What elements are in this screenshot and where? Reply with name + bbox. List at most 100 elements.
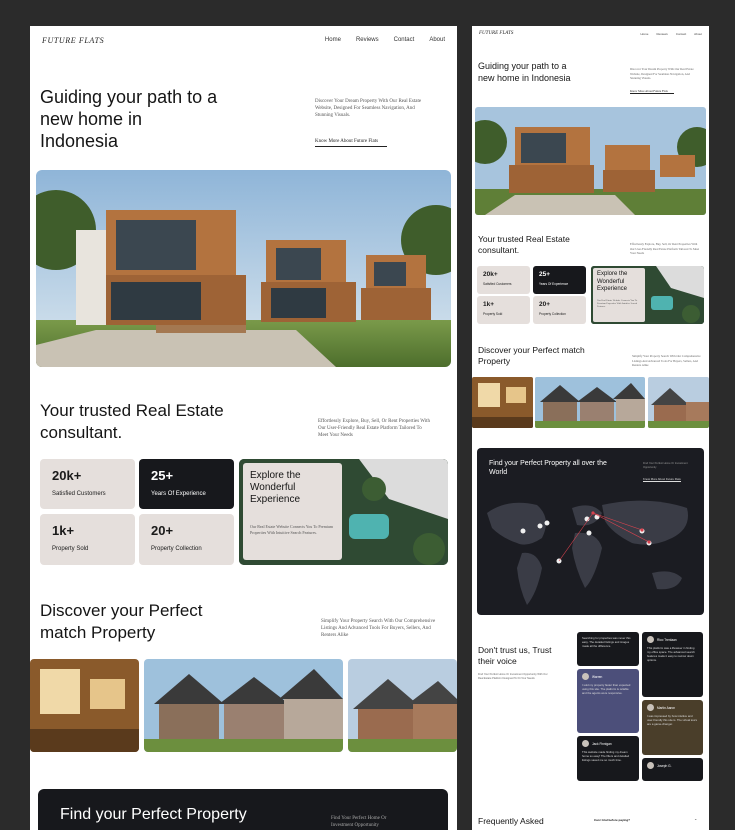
testimonial-card: Martin Aaron I was impressed by how intu…: [642, 700, 703, 755]
avatar: [647, 636, 654, 643]
stat-card: 1k+ Property Sold: [40, 514, 135, 565]
testimonial-text: This website made finding my dream home …: [582, 750, 630, 762]
mobile-page: FUTURE FLATS Home Reviews Contact About …: [472, 26, 709, 830]
top-nav: Home Reviews Contact About: [325, 37, 445, 43]
nav-about[interactable]: About: [429, 37, 445, 43]
logo[interactable]: FUTURE FLATS: [42, 36, 104, 45]
stat-label: Years Of Experience: [539, 282, 569, 286]
find-title: Find your Perfect Property: [60, 806, 247, 823]
testimonial-card: Searching for properties was never this …: [577, 632, 639, 666]
testimonial-text: Searching for properties was never this …: [582, 636, 631, 648]
desktop-page: FUTURE FLATS Home Reviews Contact About …: [30, 26, 457, 830]
explore-text-card: Explore the Wonderful Experience Our Rea…: [243, 463, 342, 560]
discover-description: Simplify Your Property Search With Our C…: [321, 619, 436, 638]
stat-label: Property Sold: [52, 546, 89, 552]
stat-value: 20+: [539, 301, 551, 308]
world-map-icon: [487, 500, 688, 605]
explore-description: Our Real Estate Website Connects You To …: [250, 524, 334, 535]
nav-contact[interactable]: Contact: [394, 37, 415, 43]
testimonial-card: Jack Finnigan This website made finding …: [577, 736, 639, 781]
nav-about[interactable]: About: [694, 32, 702, 36]
nav-home[interactable]: Home: [325, 37, 341, 43]
top-nav: Home Reviews Contact About: [640, 32, 702, 36]
stat-value: 25+: [539, 271, 551, 278]
find-description: Find Your Perfect Home Or Investment Opp…: [331, 816, 387, 828]
explore-card: Explore the Wonderful Experience Our Rea…: [239, 459, 448, 565]
find-property-banner: Find your Perfect Property Find Your Per…: [38, 789, 448, 830]
stat-label: Years Of Experience: [151, 491, 206, 497]
discover-description: Simplify Your Property Search With Our C…: [632, 354, 701, 367]
reviewer-name: Joseph G.: [657, 763, 672, 768]
property-photo[interactable]: [144, 659, 343, 752]
stat-card: 20k+ Satisfied Customers: [40, 459, 135, 509]
property-photo[interactable]: [472, 377, 533, 428]
explore-description: Our Real Estate Website Connects You To …: [597, 298, 638, 309]
stat-value: 20+: [151, 523, 174, 538]
consultant-title: Your trusted Real Estate consultant.: [40, 401, 224, 442]
explore-text-card: Explore the Wonderful Experience Our Rea…: [593, 268, 645, 322]
hero-title: Guiding your path to a new home in Indon…: [40, 87, 218, 151]
testimonial-card: Warren I sold my property faster than ex…: [577, 669, 639, 733]
consultant-description: Effortlessly Explore, Buy, Sell, Or Rent…: [318, 419, 431, 438]
know-more-link[interactable]: Know More About Future Flats: [630, 89, 674, 94]
stat-label: Property Collection: [539, 312, 566, 316]
reviewer-name: Jack Finnigan: [592, 741, 612, 746]
explore-card: Explore the Wonderful Experience Our Rea…: [591, 266, 704, 324]
stat-value: 25+: [151, 468, 174, 483]
nav-contact[interactable]: Contact: [676, 32, 686, 36]
map-description: Find Your Perfect Home Or Investment Opp…: [643, 462, 688, 469]
hero-house-image: [475, 107, 706, 215]
stat-label: Property Collection: [151, 546, 202, 552]
map-know-more-link[interactable]: Know More About Future Flats: [643, 477, 681, 482]
property-photo[interactable]: [348, 659, 457, 752]
reviewer-name: Rico Trenlaan: [657, 637, 677, 642]
property-photo[interactable]: [648, 377, 709, 428]
avatar: [647, 762, 654, 769]
testimonial-text: I was impressed by how intuitive and use…: [647, 714, 697, 726]
hero-description: Discover Your Dream Property With Our Re…: [315, 99, 422, 118]
chevron-down-icon[interactable]: ⌄: [694, 816, 697, 821]
property-photo[interactable]: [535, 377, 645, 428]
consultant-title: Your trusted Real Estate consultant.: [478, 234, 570, 255]
stat-value: 1k+: [52, 523, 75, 538]
reviewer-name: Warren: [592, 674, 603, 679]
stat-card: 1k+ Property Sold: [477, 296, 530, 324]
stat-label: Satisfied Customers: [483, 282, 512, 286]
avatar: [647, 704, 654, 711]
discover-title: Discover your Perfect match Property: [478, 345, 585, 366]
map-title: Find your Perfect Property all over the …: [489, 460, 607, 476]
hero-title: Guiding your path to a new home in Indon…: [478, 61, 571, 83]
testimonial-text: I sold my property faster than expected …: [582, 683, 631, 695]
faq-question[interactable]: Can I trial before paying?: [594, 818, 630, 822]
stat-label: Satisfied Customers: [52, 491, 106, 497]
stat-card: 20k+ Satisfied Customers: [477, 266, 530, 294]
world-map-section: Find your Perfect Property all over the …: [477, 448, 704, 615]
consultant-description: Effortlessly Explore, Buy, Sell, Or Rent…: [630, 242, 700, 255]
logo[interactable]: FUTURE FLATS: [479, 31, 513, 36]
stat-value: 20k+: [52, 468, 82, 483]
reviewer-name: Martin Aaron: [657, 705, 676, 710]
nav-reviews[interactable]: Reviews: [356, 37, 379, 43]
avatar: [582, 673, 589, 680]
nav-home[interactable]: Home: [640, 32, 648, 36]
hero-description: Discover Your Dream Property With Our Re…: [630, 67, 694, 80]
testimonial-card: Rico Trenlaan This platform was a lifesa…: [642, 632, 703, 697]
stat-value: 20k+: [483, 271, 498, 278]
know-more-link[interactable]: Know More About Future Flats: [315, 139, 387, 147]
explore-title: Explore the Wonderful Experience: [250, 470, 301, 505]
hero-house-image: [36, 170, 451, 367]
trust-title: Don't trust us, Trust their voice: [478, 645, 552, 666]
explore-title: Explore the Wonderful Experience: [597, 271, 628, 292]
faq-title: Frequently Asked: [478, 816, 544, 826]
stat-card: 25+ Years Of Experience: [139, 459, 234, 509]
avatar: [582, 740, 589, 747]
stat-label: Property Sold: [483, 312, 503, 316]
property-photo[interactable]: [30, 659, 139, 752]
stat-card: 20+ Property Collection: [139, 514, 234, 565]
nav-reviews[interactable]: Reviews: [656, 32, 667, 36]
discover-title: Discover your Perfect match Property: [40, 601, 203, 642]
testimonial-card: Joseph G.: [642, 758, 703, 781]
trust-description: Find Your Perfect Home Or Investment Opp…: [478, 673, 548, 680]
testimonial-text: This platform was a lifesaver in finding…: [647, 646, 695, 662]
stat-card: 20+ Property Collection: [533, 296, 586, 324]
